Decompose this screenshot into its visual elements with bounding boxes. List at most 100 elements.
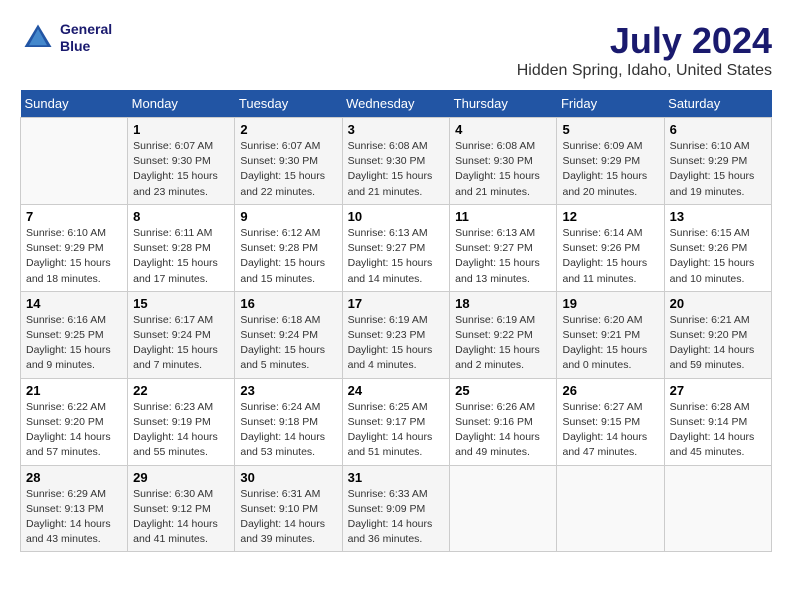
day-info: Sunrise: 6:27 AM Sunset: 9:15 PM Dayligh…	[562, 400, 658, 461]
calendar-cell: 5Sunrise: 6:09 AM Sunset: 9:29 PM Daylig…	[557, 118, 664, 205]
day-info: Sunrise: 6:14 AM Sunset: 9:26 PM Dayligh…	[562, 226, 658, 287]
calendar-cell: 10Sunrise: 6:13 AM Sunset: 9:27 PM Dayli…	[342, 204, 450, 291]
day-info: Sunrise: 6:29 AM Sunset: 9:13 PM Dayligh…	[26, 487, 122, 548]
day-number: 6	[670, 122, 766, 137]
day-header-wednesday: Wednesday	[342, 90, 450, 118]
day-info: Sunrise: 6:08 AM Sunset: 9:30 PM Dayligh…	[348, 139, 445, 200]
calendar-cell	[450, 465, 557, 552]
day-number: 23	[240, 383, 336, 398]
calendar-cell: 23 Sunrise: 6:24 AM Sunset: 9:18 PM Dayli…	[235, 378, 342, 465]
logo-line1: General	[60, 21, 112, 38]
day-info: Sunrise: 6:20 AM Sunset: 9:21 PM Dayligh…	[562, 313, 658, 374]
day-info: Sunrise: 6:08 AM Sunset: 9:30 PM Dayligh…	[455, 139, 551, 200]
calendar-cell: 4Sunrise: 6:08 AM Sunset: 9:30 PM Daylig…	[450, 118, 557, 205]
day-number: 16	[240, 296, 336, 311]
day-number: 2	[240, 122, 336, 137]
day-info: Sunrise: 6:26 AM Sunset: 9:16 PM Dayligh…	[455, 400, 551, 461]
calendar-cell: 13 Sunrise: 6:15 AM Sunset: 9:26 PM Dayli…	[664, 204, 771, 291]
calendar-cell: 26 Sunrise: 6:27 AM Sunset: 9:15 PM Dayli…	[557, 378, 664, 465]
day-info: Sunrise: 6:19 AM Sunset: 9:23 PM Dayligh…	[348, 313, 445, 374]
logo-icon	[20, 20, 56, 56]
day-number: 15	[133, 296, 229, 311]
calendar-cell: 27 Sunrise: 6:28 AM Sunset: 9:14 PM Dayli…	[664, 378, 771, 465]
week-row-4: 21Sunrise: 6:22 AM Sunset: 9:20 PM Dayli…	[21, 378, 772, 465]
calendar-cell: 2 Sunrise: 6:07 AM Sunset: 9:30 PM Daylig…	[235, 118, 342, 205]
calendar-cell: 20Sunrise: 6:21 AM Sunset: 9:20 PM Dayli…	[664, 291, 771, 378]
day-header-sunday: Sunday	[21, 90, 128, 118]
calendar-cell: 3 Sunrise: 6:08 AM Sunset: 9:30 PM Daylig…	[342, 118, 450, 205]
day-info: Sunrise: 6:07 AM Sunset: 9:30 PM Dayligh…	[240, 139, 336, 200]
logo-text: General Blue	[60, 21, 112, 55]
calendar-cell: 14 Sunrise: 6:16 AM Sunset: 9:25 PM Dayli…	[21, 291, 128, 378]
day-header-friday: Friday	[557, 90, 664, 118]
day-number: 13	[670, 209, 766, 224]
day-header-monday: Monday	[128, 90, 235, 118]
calendar-cell: 9 Sunrise: 6:12 AM Sunset: 9:28 PM Daylig…	[235, 204, 342, 291]
day-info: Sunrise: 6:31 AM Sunset: 9:10 PM Dayligh…	[240, 487, 336, 548]
day-number: 17	[348, 296, 445, 311]
calendar-cell: 28 Sunrise: 6:29 AM Sunset: 9:13 PM Dayli…	[21, 465, 128, 552]
day-info: Sunrise: 6:13 AM Sunset: 9:27 PM Dayligh…	[348, 226, 445, 287]
calendar-cell: 21Sunrise: 6:22 AM Sunset: 9:20 PM Dayli…	[21, 378, 128, 465]
day-number: 8	[133, 209, 229, 224]
day-info: Sunrise: 6:10 AM Sunset: 9:29 PM Dayligh…	[26, 226, 122, 287]
day-info: Sunrise: 6:33 AM Sunset: 9:09 PM Dayligh…	[348, 487, 445, 548]
calendar-cell: 25 Sunrise: 6:26 AM Sunset: 9:16 PM Dayli…	[450, 378, 557, 465]
calendar-cell: 12 Sunrise: 6:14 AM Sunset: 9:26 PM Dayli…	[557, 204, 664, 291]
calendar-table: SundayMondayTuesdayWednesdayThursdayFrid…	[20, 90, 772, 552]
day-number: 27	[670, 383, 766, 398]
day-number: 1	[133, 122, 229, 137]
logo-line2: Blue	[60, 38, 112, 55]
calendar-cell	[664, 465, 771, 552]
day-headers-row: SundayMondayTuesdayWednesdayThursdayFrid…	[21, 90, 772, 118]
day-number: 18	[455, 296, 551, 311]
calendar-cell: 1Sunrise: 6:07 AM Sunset: 9:30 PM Daylig…	[128, 118, 235, 205]
day-header-tuesday: Tuesday	[235, 90, 342, 118]
day-info: Sunrise: 6:28 AM Sunset: 9:14 PM Dayligh…	[670, 400, 766, 461]
day-number: 25	[455, 383, 551, 398]
day-info: Sunrise: 6:25 AM Sunset: 9:17 PM Dayligh…	[348, 400, 445, 461]
day-info: Sunrise: 6:18 AM Sunset: 9:24 PM Dayligh…	[240, 313, 336, 374]
day-info: Sunrise: 6:11 AM Sunset: 9:28 PM Dayligh…	[133, 226, 229, 287]
day-header-thursday: Thursday	[450, 90, 557, 118]
calendar-cell: 22 Sunrise: 6:23 AM Sunset: 9:19 PM Dayli…	[128, 378, 235, 465]
header: General Blue July 2024 Hidden Spring, Id…	[20, 20, 772, 80]
calendar-cell: 18 Sunrise: 6:19 AM Sunset: 9:22 PM Dayli…	[450, 291, 557, 378]
calendar-cell: 30 Sunrise: 6:31 AM Sunset: 9:10 PM Dayli…	[235, 465, 342, 552]
calendar-cell: 11Sunrise: 6:13 AM Sunset: 9:27 PM Dayli…	[450, 204, 557, 291]
day-number: 29	[133, 470, 229, 485]
week-row-5: 28 Sunrise: 6:29 AM Sunset: 9:13 PM Dayli…	[21, 465, 772, 552]
day-number: 7	[26, 209, 122, 224]
day-number: 26	[562, 383, 658, 398]
day-info: Sunrise: 6:13 AM Sunset: 9:27 PM Dayligh…	[455, 226, 551, 287]
week-row-2: 7 Sunrise: 6:10 AM Sunset: 9:29 PM Daylig…	[21, 204, 772, 291]
day-info: Sunrise: 6:10 AM Sunset: 9:29 PM Dayligh…	[670, 139, 766, 200]
logo: General Blue	[20, 20, 112, 56]
calendar-cell	[21, 118, 128, 205]
day-number: 28	[26, 470, 122, 485]
day-number: 12	[562, 209, 658, 224]
calendar-cell: 29 Sunrise: 6:30 AM Sunset: 9:12 PM Dayli…	[128, 465, 235, 552]
day-info: Sunrise: 6:30 AM Sunset: 9:12 PM Dayligh…	[133, 487, 229, 548]
day-info: Sunrise: 6:12 AM Sunset: 9:28 PM Dayligh…	[240, 226, 336, 287]
day-info: Sunrise: 6:15 AM Sunset: 9:26 PM Dayligh…	[670, 226, 766, 287]
calendar-cell: 19Sunrise: 6:20 AM Sunset: 9:21 PM Dayli…	[557, 291, 664, 378]
day-info: Sunrise: 6:16 AM Sunset: 9:25 PM Dayligh…	[26, 313, 122, 374]
day-header-saturday: Saturday	[664, 90, 771, 118]
calendar-cell: 15Sunrise: 6:17 AM Sunset: 9:24 PM Dayli…	[128, 291, 235, 378]
day-number: 30	[240, 470, 336, 485]
day-info: Sunrise: 6:19 AM Sunset: 9:22 PM Dayligh…	[455, 313, 551, 374]
day-info: Sunrise: 6:09 AM Sunset: 9:29 PM Dayligh…	[562, 139, 658, 200]
week-row-1: 1 Sunrise: 6:07 AM Sunset: 9:30 PM Daylig…	[21, 118, 772, 205]
day-info: Sunrise: 6:23 AM Sunset: 9:19 PM Dayligh…	[133, 400, 229, 461]
day-number: 20	[670, 296, 766, 311]
day-info: Sunrise: 6:24 AM Sunset: 9:18 PM Dayligh…	[240, 400, 336, 461]
day-number: 24	[348, 383, 445, 398]
day-number: 22	[133, 383, 229, 398]
week-row-3: 14 Sunrise: 6:16 AM Sunset: 9:25 PM Dayli…	[21, 291, 772, 378]
calendar-cell: 17 Sunrise: 6:19 AM Sunset: 9:23 PM Dayli…	[342, 291, 450, 378]
day-number: 3	[348, 122, 445, 137]
day-number: 14	[26, 296, 122, 311]
calendar-cell: 8 Sunrise: 6:11 AM Sunset: 9:28 PM Daylig…	[128, 204, 235, 291]
day-number: 9	[240, 209, 336, 224]
